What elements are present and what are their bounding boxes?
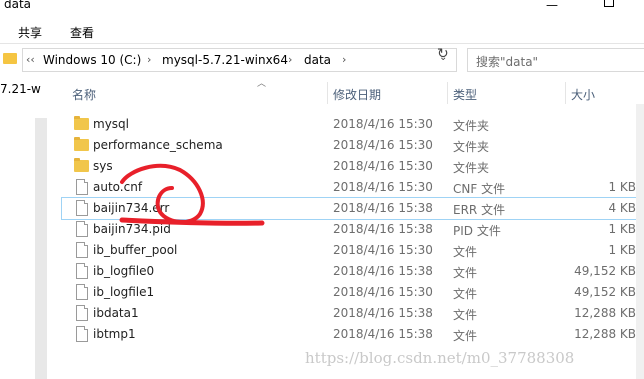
ribbon: 共享 查看 bbox=[0, 14, 644, 44]
file-name: baijin734.pid bbox=[93, 222, 171, 236]
folder-icon bbox=[74, 116, 89, 130]
watermark-text: https://blog.csdn.net/m0_37788308 bbox=[305, 349, 575, 367]
file-date: 2018/4/16 15:38 bbox=[333, 327, 433, 341]
column-divider[interactable] bbox=[327, 82, 328, 104]
file-type: CNF 文件 bbox=[453, 182, 506, 196]
address-row: ‹‹ Windows 10 (C:) › mysql-5.7.21-winx64… bbox=[0, 45, 644, 78]
tab-share[interactable]: 共享 bbox=[18, 24, 42, 41]
file-size: 49,152 KB bbox=[574, 285, 636, 299]
file-icon bbox=[76, 263, 88, 279]
file-icon bbox=[76, 284, 88, 300]
file-date: 2018/4/16 15:38 bbox=[333, 264, 433, 278]
file-date: 2018/4/16 15:30 bbox=[333, 180, 433, 194]
file-name: sys bbox=[93, 159, 113, 173]
file-row[interactable]: performance_schema 2018/4/16 15:30 文件夹 bbox=[62, 135, 644, 156]
breadcrumb-drive[interactable]: Windows 10 (C:) bbox=[43, 53, 141, 67]
breadcrumb-data[interactable]: data bbox=[304, 53, 331, 67]
column-size[interactable]: 大小 bbox=[571, 86, 595, 103]
navigation-pane: 7.21-w bbox=[0, 78, 50, 379]
file-name: ibtmp1 bbox=[93, 327, 136, 341]
file-size: 1 KB bbox=[608, 222, 636, 236]
file-type: 文件 bbox=[453, 287, 478, 301]
overflow-chevron-icon[interactable]: ‹‹ bbox=[26, 53, 35, 66]
column-date[interactable]: 修改日期 bbox=[333, 86, 381, 103]
column-divider[interactable] bbox=[565, 82, 566, 104]
file-date: 2018/4/16 15:38 bbox=[333, 201, 433, 215]
folder-icon bbox=[74, 137, 89, 151]
ribbon-divider bbox=[0, 43, 644, 44]
file-name: mysql bbox=[93, 117, 129, 131]
file-date: 2018/4/16 15:30 bbox=[333, 243, 433, 257]
file-date: 2018/4/16 15:38 bbox=[333, 306, 433, 320]
file-row[interactable]: ibdata1 2018/4/16 15:38 文件 12,288 KB bbox=[62, 303, 644, 324]
title-bar: data — bbox=[0, 0, 644, 14]
column-type[interactable]: 类型 bbox=[453, 86, 477, 103]
file-type: 文件 bbox=[453, 329, 478, 343]
file-name: ib_logfile0 bbox=[93, 264, 155, 278]
file-type: 文件 bbox=[453, 245, 478, 259]
breadcrumb-mysql[interactable]: mysql-5.7.21-winx64 bbox=[162, 53, 288, 67]
refresh-icon[interactable]: ↻ bbox=[437, 46, 449, 62]
file-size: 49,152 KB bbox=[574, 264, 636, 278]
search-placeholder: 搜索"data" bbox=[476, 55, 539, 69]
maximize-icon[interactable] bbox=[604, 0, 614, 7]
file-row[interactable]: ib_buffer_pool 2018/4/16 15:30 文件 1 KB bbox=[62, 240, 644, 261]
file-size: 12,288 KB bbox=[574, 306, 636, 320]
tab-view[interactable]: 查看 bbox=[70, 24, 94, 41]
file-type: ERR 文件 bbox=[453, 203, 506, 217]
file-type: 文件 bbox=[453, 266, 478, 280]
chevron-right-icon[interactable]: › bbox=[147, 53, 151, 66]
file-type: 文件夹 bbox=[453, 140, 490, 154]
file-type: 文件夹 bbox=[453, 119, 490, 133]
file-size: 1 KB bbox=[608, 180, 636, 194]
file-icon bbox=[76, 242, 88, 258]
chevron-right-icon[interactable]: › bbox=[342, 53, 346, 66]
vertical-scrollbar[interactable] bbox=[636, 104, 644, 379]
file-size: 12,288 KB bbox=[574, 327, 636, 341]
file-row[interactable]: mysql 2018/4/16 15:30 文件夹 bbox=[62, 114, 644, 135]
chevron-right-icon[interactable]: › bbox=[288, 53, 292, 66]
file-date: 2018/4/16 15:30 bbox=[333, 117, 433, 131]
file-icon bbox=[76, 305, 88, 321]
file-date: 2018/4/16 15:30 bbox=[333, 159, 433, 173]
nav-item-partial[interactable]: 7.21-w bbox=[0, 82, 41, 96]
window-title: data bbox=[4, 0, 32, 11]
folder-icon bbox=[74, 158, 89, 172]
file-row-selected[interactable]: baijin734.err 2018/4/16 15:38 ERR 文件 4 K… bbox=[61, 197, 644, 220]
file-icon bbox=[76, 221, 88, 237]
file-type: PID 文件 bbox=[453, 224, 501, 238]
file-row[interactable]: auto.cnf 2018/4/16 15:30 CNF 文件 1 KB bbox=[62, 177, 644, 198]
sort-up-icon: ︿ bbox=[257, 79, 267, 89]
search-input[interactable]: 搜索"data" bbox=[467, 48, 644, 72]
file-name: performance_schema bbox=[93, 138, 223, 152]
file-name: ibdata1 bbox=[93, 306, 139, 320]
file-date: 2018/4/16 15:30 bbox=[333, 138, 433, 152]
file-name: ib_logfile1 bbox=[93, 285, 155, 299]
column-divider[interactable] bbox=[447, 82, 448, 104]
address-bar[interactable]: ‹‹ Windows 10 (C:) › mysql-5.7.21-winx64… bbox=[22, 48, 457, 72]
file-row[interactable]: ibtmp1 2018/4/16 15:38 文件 12,288 KB bbox=[62, 324, 644, 345]
file-icon bbox=[76, 200, 88, 216]
file-type: 文件夹 bbox=[453, 161, 490, 175]
file-size: 4 KB bbox=[608, 201, 636, 215]
file-name: baijin734.err bbox=[93, 201, 170, 215]
folder-icon bbox=[3, 53, 17, 64]
file-date: 2018/4/16 15:38 bbox=[333, 222, 433, 236]
file-row[interactable]: ib_logfile1 2018/4/16 15:30 文件 49,152 KB bbox=[62, 282, 644, 303]
column-name[interactable]: 名称 bbox=[72, 86, 96, 103]
column-header: ︿ 名称 修改日期 类型 大小 bbox=[62, 79, 644, 104]
file-row[interactable]: ib_logfile0 2018/4/16 15:38 文件 49,152 KB bbox=[62, 261, 644, 282]
nav-scrollbar[interactable] bbox=[35, 118, 47, 379]
file-icon bbox=[76, 179, 88, 195]
file-size: 1 KB bbox=[608, 243, 636, 257]
file-type: 文件 bbox=[453, 308, 478, 322]
file-name: auto.cnf bbox=[93, 180, 143, 194]
file-row[interactable]: sys 2018/4/16 15:30 文件夹 bbox=[62, 156, 644, 177]
file-name: ib_buffer_pool bbox=[93, 243, 178, 257]
file-icon bbox=[76, 326, 88, 342]
minimize-icon[interactable]: — bbox=[546, 0, 558, 12]
file-date: 2018/4/16 15:30 bbox=[333, 285, 433, 299]
file-row[interactable]: baijin734.pid 2018/4/16 15:38 PID 文件 1 K… bbox=[62, 219, 644, 240]
